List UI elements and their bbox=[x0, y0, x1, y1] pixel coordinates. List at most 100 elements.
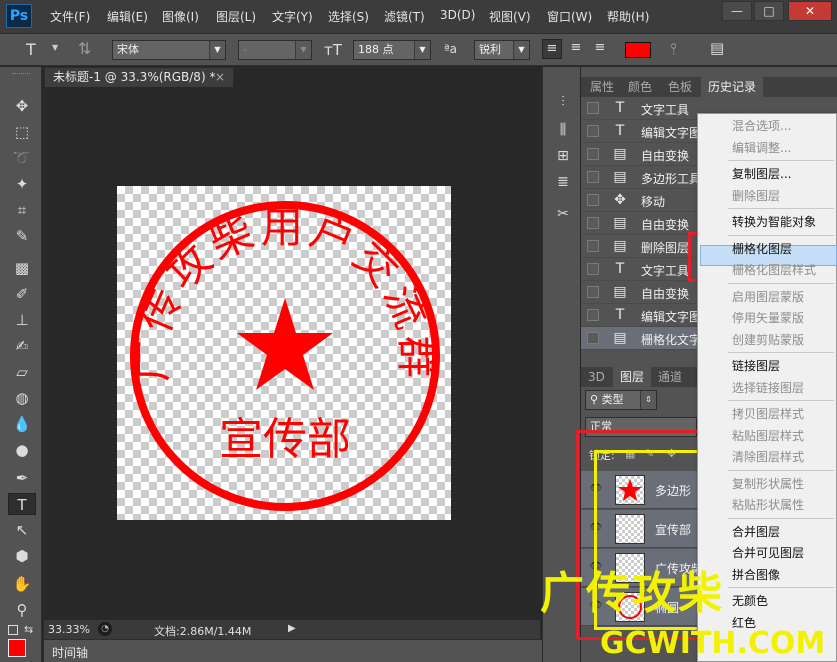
foreground-color-swatch[interactable] bbox=[8, 639, 26, 657]
type-tool-icon[interactable]: T bbox=[26, 40, 36, 59]
marquee-tool-icon[interactable]: ⬚ bbox=[8, 121, 36, 143]
menu-3d[interactable]: 3D(D) bbox=[440, 8, 475, 22]
context-menu-item[interactable]: 混合选项... bbox=[698, 115, 836, 137]
context-menu-item[interactable]: 栅格化图层样式 bbox=[698, 259, 836, 281]
clone-stamp-tool-icon[interactable]: ⊥ bbox=[8, 309, 36, 331]
tab-3d[interactable]: 3D bbox=[581, 367, 612, 387]
layer-filter-select[interactable]: ⚲ 类型 ⇕ bbox=[585, 390, 657, 410]
antialias-select[interactable]: 锐利 ▼ bbox=[474, 40, 530, 60]
context-menu-item[interactable]: 复制图层... bbox=[698, 163, 836, 185]
menu-window[interactable]: 窗口(W) bbox=[547, 8, 592, 25]
tab-layers[interactable]: 图层 bbox=[613, 367, 652, 387]
context-menu-item[interactable]: 链接图层 bbox=[698, 355, 836, 377]
swap-colors-icon[interactable]: ⇆ bbox=[24, 623, 33, 636]
adjustments-icon[interactable]: ⫶ bbox=[551, 91, 575, 113]
shape-tool-icon[interactable]: ⬢ bbox=[8, 545, 36, 567]
tab-channels[interactable]: 通道 bbox=[651, 367, 689, 387]
zoom-level[interactable]: 33.33% bbox=[48, 623, 90, 636]
brush-tool-icon[interactable]: ✐ bbox=[8, 283, 36, 305]
snapshot-checkbox[interactable] bbox=[587, 102, 599, 114]
clone-source-icon[interactable]: ⊞ bbox=[551, 145, 575, 167]
restore-button[interactable]: □ bbox=[754, 1, 784, 21]
path-selection-tool-icon[interactable]: ↖ bbox=[8, 519, 36, 541]
tab-swatches[interactable]: 色板 bbox=[661, 77, 699, 97]
context-menu-item[interactable]: 合并图层 bbox=[698, 521, 836, 543]
document-canvas[interactable]: 广传攻柴用户交流群 宣传部 bbox=[117, 186, 451, 520]
menu-edit[interactable]: 编辑(E) bbox=[107, 8, 148, 25]
snapshot-checkbox[interactable] bbox=[587, 148, 599, 160]
document-close-icon[interactable]: × bbox=[215, 68, 225, 87]
menu-type[interactable]: 文字(Y) bbox=[272, 8, 313, 25]
menu-select[interactable]: 选择(S) bbox=[328, 8, 369, 25]
context-menu-item[interactable]: 拷贝图层样式 bbox=[698, 403, 836, 425]
align-center-icon[interactable]: ≡ bbox=[566, 39, 586, 59]
menu-file[interactable]: 文件(F) bbox=[50, 8, 90, 25]
snapshot-checkbox[interactable] bbox=[587, 240, 599, 252]
context-menu-item[interactable]: 清除图层样式 bbox=[698, 446, 836, 468]
snapshot-checkbox[interactable] bbox=[587, 194, 599, 206]
context-menu-item[interactable]: 栅格化图层 bbox=[698, 238, 836, 260]
character-panel-icon[interactable]: ▤ bbox=[710, 39, 724, 57]
tab-color[interactable]: 颜色 bbox=[621, 77, 659, 97]
dodge-tool-icon[interactable]: ● bbox=[8, 439, 36, 461]
context-menu-item[interactable]: 编辑调整... bbox=[698, 137, 836, 159]
menu-filter[interactable]: 滤镜(T) bbox=[384, 8, 425, 25]
context-menu-item[interactable]: 停用矢量蒙版 bbox=[698, 307, 836, 329]
menu-image[interactable]: 图像(I) bbox=[162, 8, 199, 25]
minimize-button[interactable]: — bbox=[722, 1, 752, 21]
document-tab[interactable]: 未标题-1 @ 33.3%(RGB/8) * × bbox=[44, 67, 234, 87]
context-menu-item[interactable]: 启用图层蒙版 bbox=[698, 286, 836, 308]
status-menu-arrow-icon[interactable]: ▶ bbox=[288, 623, 296, 634]
snapshot-checkbox[interactable] bbox=[587, 309, 599, 321]
font-family-select[interactable]: 宋体 ▼ bbox=[112, 40, 226, 60]
eyedropper-tool-icon[interactable]: ✎ bbox=[8, 225, 36, 247]
context-menu-item[interactable]: 粘贴形状属性 bbox=[698, 494, 836, 516]
default-colors-icon[interactable] bbox=[8, 625, 18, 635]
blur-tool-icon[interactable]: 💧 bbox=[8, 413, 36, 435]
brush-presets-icon[interactable]: ⫼ bbox=[551, 119, 575, 141]
warp-text-icon[interactable]: ⫯ bbox=[670, 39, 677, 59]
history-brush-tool-icon[interactable]: ✍ bbox=[8, 335, 36, 357]
hand-tool-icon[interactable]: ✋ bbox=[8, 573, 36, 595]
snapshot-checkbox[interactable] bbox=[587, 332, 599, 344]
tab-history[interactable]: 历史记录 bbox=[701, 77, 764, 97]
snapshot-checkbox[interactable] bbox=[587, 263, 599, 275]
menu-view[interactable]: 视图(V) bbox=[489, 8, 531, 25]
timeline-tab[interactable]: 时间轴 bbox=[44, 639, 544, 662]
tab-properties[interactable]: 属性 bbox=[583, 77, 621, 97]
context-menu-item[interactable]: 创建剪贴蒙版 bbox=[698, 329, 836, 351]
lasso-tool-icon[interactable]: ➰ bbox=[8, 147, 36, 169]
paragraph-icon[interactable]: ≣ bbox=[551, 171, 575, 193]
healing-brush-tool-icon[interactable]: ▩ bbox=[8, 257, 36, 279]
text-orientation-icon[interactable]: ⇅ bbox=[78, 39, 91, 58]
context-menu-item[interactable]: 粘贴图层样式 bbox=[698, 425, 836, 447]
close-window-button[interactable]: ✕ bbox=[788, 1, 832, 21]
context-menu-item[interactable]: 复制形状属性 bbox=[698, 473, 836, 495]
pen-tool-icon[interactable]: ✒ bbox=[8, 467, 36, 489]
snapshot-checkbox[interactable] bbox=[587, 125, 599, 137]
magic-wand-tool-icon[interactable]: ✦ bbox=[8, 173, 36, 195]
context-menu-item[interactable]: 转换为智能对象 bbox=[698, 211, 836, 233]
context-menu-item[interactable]: 删除图层 bbox=[698, 185, 836, 207]
font-size-select[interactable]: 188 点 ▼ bbox=[353, 40, 431, 60]
align-right-icon[interactable]: ≡ bbox=[590, 39, 610, 59]
align-left-icon[interactable]: ≡ bbox=[542, 39, 562, 59]
menu-help[interactable]: 帮助(H) bbox=[607, 8, 649, 25]
context-menu-item[interactable]: 合并可见图层 bbox=[698, 542, 836, 564]
eraser-tool-icon[interactable]: ▱ bbox=[8, 361, 36, 383]
snapshot-checkbox[interactable] bbox=[587, 217, 599, 229]
crop-tool-icon[interactable]: ⌗ bbox=[8, 199, 36, 221]
tools-preset-icon[interactable]: ✂ bbox=[551, 203, 575, 225]
type-tool-icon[interactable]: T bbox=[8, 493, 36, 515]
snapshot-checkbox[interactable] bbox=[587, 286, 599, 298]
paint-bucket-tool-icon[interactable]: ◍ bbox=[8, 387, 36, 409]
status-info-icon[interactable]: ◔ bbox=[98, 622, 112, 636]
text-color-swatch[interactable] bbox=[625, 42, 651, 58]
move-tool-icon[interactable]: ✥ bbox=[8, 95, 36, 117]
zoom-tool-icon[interactable]: ⚲ bbox=[8, 599, 36, 621]
menu-layer[interactable]: 图层(L) bbox=[216, 8, 256, 25]
tool-preset-chevron-icon[interactable]: ▼ bbox=[52, 43, 58, 52]
snapshot-checkbox[interactable] bbox=[587, 171, 599, 183]
context-menu-item[interactable]: 选择链接图层 bbox=[698, 377, 836, 399]
font-style-select[interactable]: - ▼ bbox=[238, 40, 312, 60]
